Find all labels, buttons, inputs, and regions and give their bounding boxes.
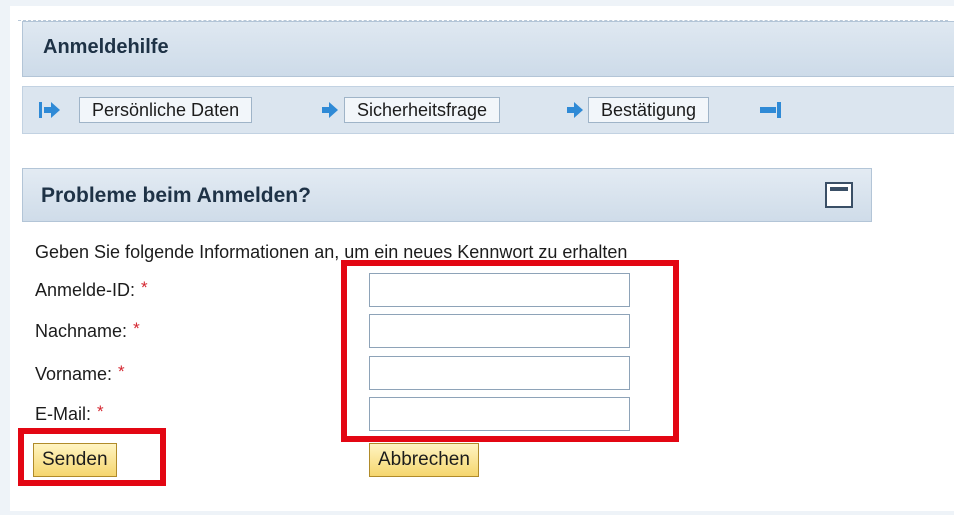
roadmap-step-label: Persönliche Daten — [92, 100, 240, 120]
field-label: Anmelde-ID: — [35, 280, 136, 300]
arrow-right-icon — [567, 102, 583, 118]
roadmap: Persönliche Daten Sicherheitsfrage Bestä… — [22, 86, 954, 134]
required-marker: * — [133, 319, 140, 338]
page-title: Anmeldehilfe — [43, 36, 169, 58]
required-marker: * — [141, 278, 148, 297]
highlight-frame-send — [18, 428, 166, 486]
required-marker: * — [118, 362, 125, 381]
panel-title: Probleme beim Anmelden? — [41, 184, 311, 207]
minimize-icon — [830, 187, 848, 191]
collapse-panel-button[interactable] — [825, 182, 853, 208]
email-label: E-Mail: * — [35, 402, 104, 425]
last-name-label: Nachname: * — [35, 319, 140, 342]
cancel-button[interactable]: Abbrechen — [369, 443, 479, 477]
field-label: Nachname: — [35, 321, 128, 341]
required-marker: * — [97, 402, 104, 421]
login-id-label: Anmelde-ID: * — [35, 278, 148, 301]
roadmap-end-icon — [760, 102, 781, 118]
roadmap-step-confirmation[interactable]: Bestätigung — [588, 97, 710, 123]
roadmap-start-icon — [39, 102, 60, 118]
arrow-right-icon — [322, 102, 338, 118]
panel-header: Probleme beim Anmelden? — [22, 168, 872, 222]
highlight-frame-fields — [341, 260, 679, 442]
app-header: Anmeldehilfe — [22, 21, 954, 77]
roadmap-step-security-question[interactable]: Sicherheitsfrage — [344, 97, 501, 123]
field-label: Vorname: — [35, 364, 113, 384]
roadmap-step-personal-data[interactable]: Persönliche Daten — [79, 97, 253, 123]
roadmap-step-label: Bestätigung — [601, 100, 697, 120]
first-name-label: Vorname: * — [35, 362, 125, 385]
roadmap-step-label: Sicherheitsfrage — [357, 100, 488, 120]
field-label: E-Mail: — [35, 404, 92, 424]
